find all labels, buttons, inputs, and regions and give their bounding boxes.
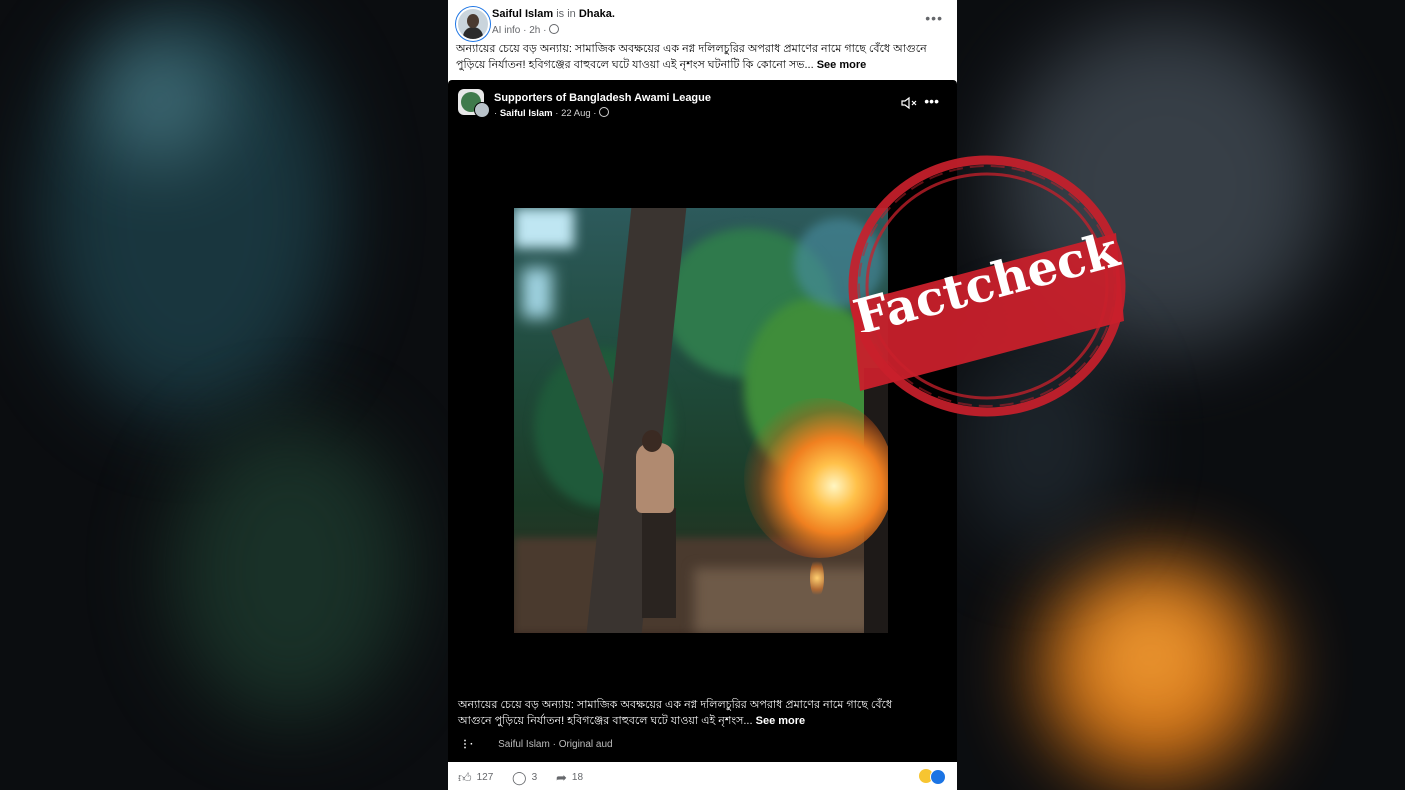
post-header: Saiful Islam is in Dhaka. AI info · 2h ·… — [448, 0, 957, 44]
thumbs-up-icon: 👍︎ — [458, 770, 472, 785]
post-meta-text[interactable]: AI info · 2h · — [492, 25, 546, 36]
action-bar: 👍︎ 127 ◯ 3 ➦ 18 — [448, 762, 957, 790]
share-count: 18 — [571, 772, 584, 783]
reactions-summary[interactable] — [919, 768, 947, 785]
shared-meta: · Saiful Islam · 22 Aug · — [494, 107, 610, 119]
shared-caption-text: অন্যায়ের চেয়ে বড় অন্যায়: সামাজিক অবক… — [458, 699, 893, 727]
shared-caption: অন্যায়ের চেয়ে বড় অন্যায়: সামাজিক অবক… — [458, 697, 898, 729]
author-avatar[interactable] — [456, 7, 490, 41]
author-mini-avatar[interactable] — [474, 102, 490, 118]
audio-text[interactable]: Saiful Islam · Original aud — [498, 739, 613, 750]
more-icon[interactable]: ••• — [925, 10, 943, 26]
location-link[interactable]: Dhaka. — [579, 8, 615, 20]
shared-more-icon[interactable]: ••• — [924, 93, 939, 109]
factcheck-text: Factcheck — [848, 232, 1126, 332]
muted-speaker-icon[interactable] — [901, 96, 917, 110]
video-frame[interactable] — [514, 208, 888, 633]
share-button[interactable]: ➦ 18 — [556, 770, 583, 786]
like-count: 127 — [476, 772, 494, 783]
globe-icon — [549, 24, 560, 34]
is-in-text: is in — [556, 8, 576, 20]
comment-icon: ◯ — [512, 770, 527, 785]
like-reaction-icon — [930, 769, 946, 785]
author-name[interactable]: Saiful Islam — [492, 8, 553, 20]
shared-see-more-link[interactable]: See more — [756, 715, 806, 727]
post-meta: AI info · 2h · — [492, 24, 560, 36]
shared-author[interactable]: Saiful Islam — [500, 108, 553, 119]
post-caption: অন্যায়ের চেয়ে বড় অন্যায়: সামাজিক অবক… — [456, 41, 948, 73]
see-more-link[interactable]: See more — [817, 59, 867, 71]
factcheck-word: Factcheck — [848, 232, 1126, 332]
share-icon: ➦ — [556, 770, 567, 785]
globe-icon — [599, 107, 610, 117]
comment-button[interactable]: ◯ 3 — [512, 770, 537, 786]
author-line: Saiful Islam is in Dhaka. — [492, 8, 615, 20]
shared-date[interactable]: · 22 Aug · — [553, 108, 596, 119]
audio-attribution[interactable]: ⋮· Saiful Islam · Original aud — [460, 739, 613, 750]
shared-page-name[interactable]: Supporters of Bangladesh Awami League — [494, 92, 711, 104]
comment-count: 3 — [531, 772, 538, 783]
like-button[interactable]: 👍︎ 127 — [458, 770, 493, 786]
audio-wave-icon: ⋮· — [460, 739, 474, 750]
